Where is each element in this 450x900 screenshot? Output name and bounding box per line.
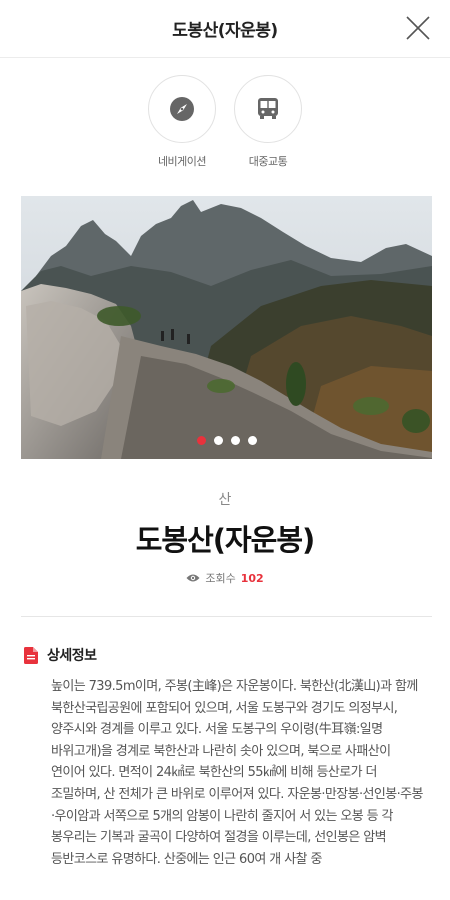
top-bar: 도봉산(자운봉) [0, 0, 450, 58]
photo-carousel[interactable] [21, 196, 432, 459]
carousel-dot[interactable] [230, 436, 240, 445]
carousel-dot[interactable] [196, 436, 206, 445]
mountain-photo [21, 196, 432, 459]
carousel-dot[interactable] [213, 436, 223, 445]
carousel-dots [21, 436, 432, 445]
views-label: 조회수 [205, 572, 236, 585]
document-icon [24, 646, 38, 664]
detail-section-header: 상세정보 [24, 645, 97, 665]
compass-icon [170, 97, 194, 121]
close-icon [406, 16, 430, 40]
transit-button[interactable]: 대중교통 [233, 75, 303, 169]
bus-icon [258, 98, 278, 119]
section-divider [21, 616, 432, 617]
place-category: 산 [218, 492, 232, 508]
close-button[interactable] [404, 14, 432, 42]
views-count: 102 [240, 571, 264, 585]
transit-label: 대중교통 [248, 155, 288, 168]
navigation-button[interactable]: 네비게이션 [147, 75, 217, 169]
page-title: 도봉산(자운봉) [172, 21, 278, 41]
transit-circle[interactable] [234, 75, 302, 143]
place-title: 도봉산(자운봉) [135, 523, 316, 557]
navigation-circle[interactable] [148, 75, 216, 143]
quick-actions: 네비게이션 대중교통 [0, 75, 450, 175]
navigation-label: 네비게이션 [157, 155, 207, 168]
detail-description: 높이는 739.5m이며, 주봉(主峰)은 자운봉이다. 북한산(北漢山)과 함… [51, 679, 423, 867]
eye-icon [186, 574, 200, 582]
view-count: 조회수 102 [0, 570, 450, 586]
detail-title: 상세정보 [47, 648, 97, 664]
carousel-dot[interactable] [247, 436, 257, 445]
